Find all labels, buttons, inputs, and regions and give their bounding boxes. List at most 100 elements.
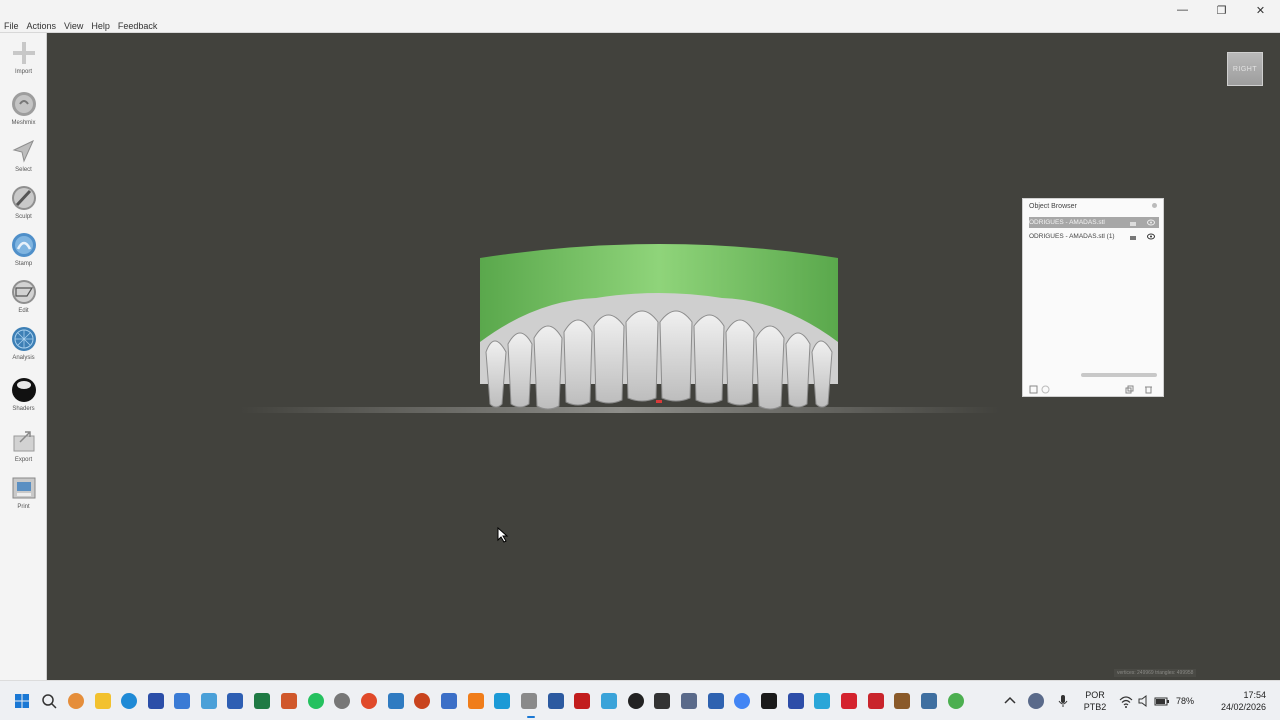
- excel-icon[interactable]: [254, 693, 270, 709]
- combine-icon[interactable]: [1041, 385, 1050, 394]
- app-icon[interactable]: [548, 693, 564, 709]
- clock[interactable]: 17:54 24/02/2026: [1206, 689, 1266, 713]
- input-language[interactable]: POR PTB2: [1080, 689, 1110, 713]
- dental-model[interactable]: [476, 234, 842, 423]
- tool-label: Analysis: [12, 355, 35, 361]
- menu-file[interactable]: File: [4, 20, 27, 32]
- tool-analysis[interactable]: Analysis: [0, 325, 47, 362]
- tool-export[interactable]: Export: [0, 427, 47, 464]
- tool-label: Stamp: [14, 261, 33, 267]
- view-cube[interactable]: RIGHT: [1227, 52, 1263, 86]
- powerpoint-icon[interactable]: [281, 693, 297, 709]
- file-explorer-icon[interactable]: [95, 693, 111, 709]
- menu-feedback[interactable]: Feedback: [118, 20, 166, 32]
- battery-icon[interactable]: [1154, 693, 1170, 709]
- microphone-icon[interactable]: [1055, 693, 1071, 709]
- close-panel-icon[interactable]: [1152, 203, 1157, 208]
- menu-bar: File Actions View Help Feedback: [4, 20, 165, 32]
- horizontal-scrollbar[interactable]: [1081, 373, 1157, 377]
- app-icon[interactable]: [921, 693, 937, 709]
- language-code: POR: [1085, 690, 1105, 700]
- app-icon[interactable]: [601, 693, 617, 709]
- wifi-icon[interactable]: [1118, 693, 1134, 709]
- object-item-2[interactable]: ODRIGUES - AMADAS.stl (1): [1029, 231, 1159, 242]
- app-icon[interactable]: [788, 693, 804, 709]
- tool-print[interactable]: Print: [0, 474, 47, 511]
- tray-app-icon[interactable]: [1028, 693, 1044, 709]
- settings-icon[interactable]: [334, 693, 350, 709]
- tool-import[interactable]: Import: [0, 39, 47, 76]
- minimize-button[interactable]: —: [1163, 0, 1202, 20]
- app-icon[interactable]: [388, 693, 404, 709]
- tool-stamp[interactable]: Stamp: [0, 231, 47, 268]
- windows-start-icon[interactable]: [14, 693, 30, 709]
- tool-sculpt[interactable]: Sculpt: [0, 184, 47, 221]
- object-browser-panel: Object Browser ODRIGUES - AMADAS.stl ODR…: [1022, 198, 1164, 397]
- app-icon[interactable]: [761, 693, 777, 709]
- meshmixer-icon[interactable]: [521, 693, 537, 709]
- print-icon: [10, 474, 38, 502]
- app-icon[interactable]: [814, 693, 830, 709]
- title-bar: File Actions View Help Feedback — ❐ ✕: [0, 0, 1280, 33]
- menu-view[interactable]: View: [64, 20, 91, 32]
- object-item-1[interactable]: ODRIGUES - AMADAS.stl: [1029, 217, 1159, 228]
- search-icon[interactable]: [41, 693, 57, 709]
- copilot-icon[interactable]: [68, 693, 84, 709]
- tool-label: Select: [15, 167, 32, 173]
- app-icon[interactable]: [441, 693, 457, 709]
- acrobat-icon[interactable]: [574, 693, 590, 709]
- battery-percent: 78%: [1176, 696, 1195, 706]
- shader-sphere-icon: [10, 376, 38, 404]
- app-icon[interactable]: [948, 693, 964, 709]
- duplicate-icon[interactable]: [1125, 385, 1134, 394]
- chevron-up-icon[interactable]: [1002, 693, 1018, 709]
- app-icon[interactable]: [174, 693, 190, 709]
- tool-meshmix[interactable]: Meshmix: [0, 90, 47, 127]
- tool-label: Print: [17, 504, 30, 510]
- app-icon[interactable]: [361, 693, 377, 709]
- app-icon[interactable]: [201, 693, 217, 709]
- eye-icon[interactable]: [1147, 219, 1155, 226]
- mesh-stats: vertices: 249969 triangles: 499958: [1114, 669, 1197, 677]
- object-name: ODRIGUES - AMADAS.stl (1): [1029, 233, 1115, 240]
- close-button[interactable]: ✕: [1241, 0, 1280, 20]
- tool-select[interactable]: Select: [0, 137, 47, 174]
- vlc-icon[interactable]: [468, 693, 484, 709]
- edge-icon[interactable]: [121, 693, 137, 709]
- app-icon[interactable]: [654, 693, 670, 709]
- word-icon[interactable]: [227, 693, 243, 709]
- app-icon[interactable]: [868, 693, 884, 709]
- select-arrow-icon: [10, 137, 38, 165]
- trash-icon[interactable]: [1144, 385, 1153, 394]
- app-icon[interactable]: [414, 693, 430, 709]
- speaker-icon[interactable]: [1136, 693, 1152, 709]
- app-icon[interactable]: [708, 693, 724, 709]
- add-object-icon[interactable]: [1029, 385, 1038, 394]
- tool-label: Export: [14, 457, 33, 463]
- restore-button[interactable]: ❐: [1202, 0, 1241, 20]
- app-icon[interactable]: [841, 693, 857, 709]
- store-icon[interactable]: [148, 693, 164, 709]
- object-name: ODRIGUES - AMADAS.stl: [1029, 219, 1105, 226]
- app-icon[interactable]: [628, 693, 644, 709]
- app-icon[interactable]: [681, 693, 697, 709]
- mouse-cursor-icon: [497, 527, 509, 543]
- lock-icon[interactable]: [1129, 233, 1137, 240]
- whatsapp-icon[interactable]: [308, 693, 324, 709]
- time: 17:54: [1243, 690, 1266, 700]
- lock-icon[interactable]: [1129, 219, 1137, 226]
- eye-icon[interactable]: [1147, 233, 1155, 240]
- app-icon[interactable]: [494, 693, 510, 709]
- menu-actions[interactable]: Actions: [27, 20, 65, 32]
- date: 24/02/2026: [1220, 702, 1266, 712]
- active-app-indicator: [527, 716, 535, 718]
- tool-label: Sculpt: [15, 214, 32, 220]
- menu-help[interactable]: Help: [91, 20, 118, 32]
- tool-label: Shaders: [12, 406, 35, 412]
- chrome-icon[interactable]: [734, 693, 750, 709]
- tool-edit[interactable]: Edit: [0, 278, 47, 315]
- brush-icon: [10, 184, 38, 212]
- app-icon[interactable]: [894, 693, 910, 709]
- tool-shaders[interactable]: Shaders: [0, 376, 47, 413]
- edit-icon: [10, 278, 38, 306]
